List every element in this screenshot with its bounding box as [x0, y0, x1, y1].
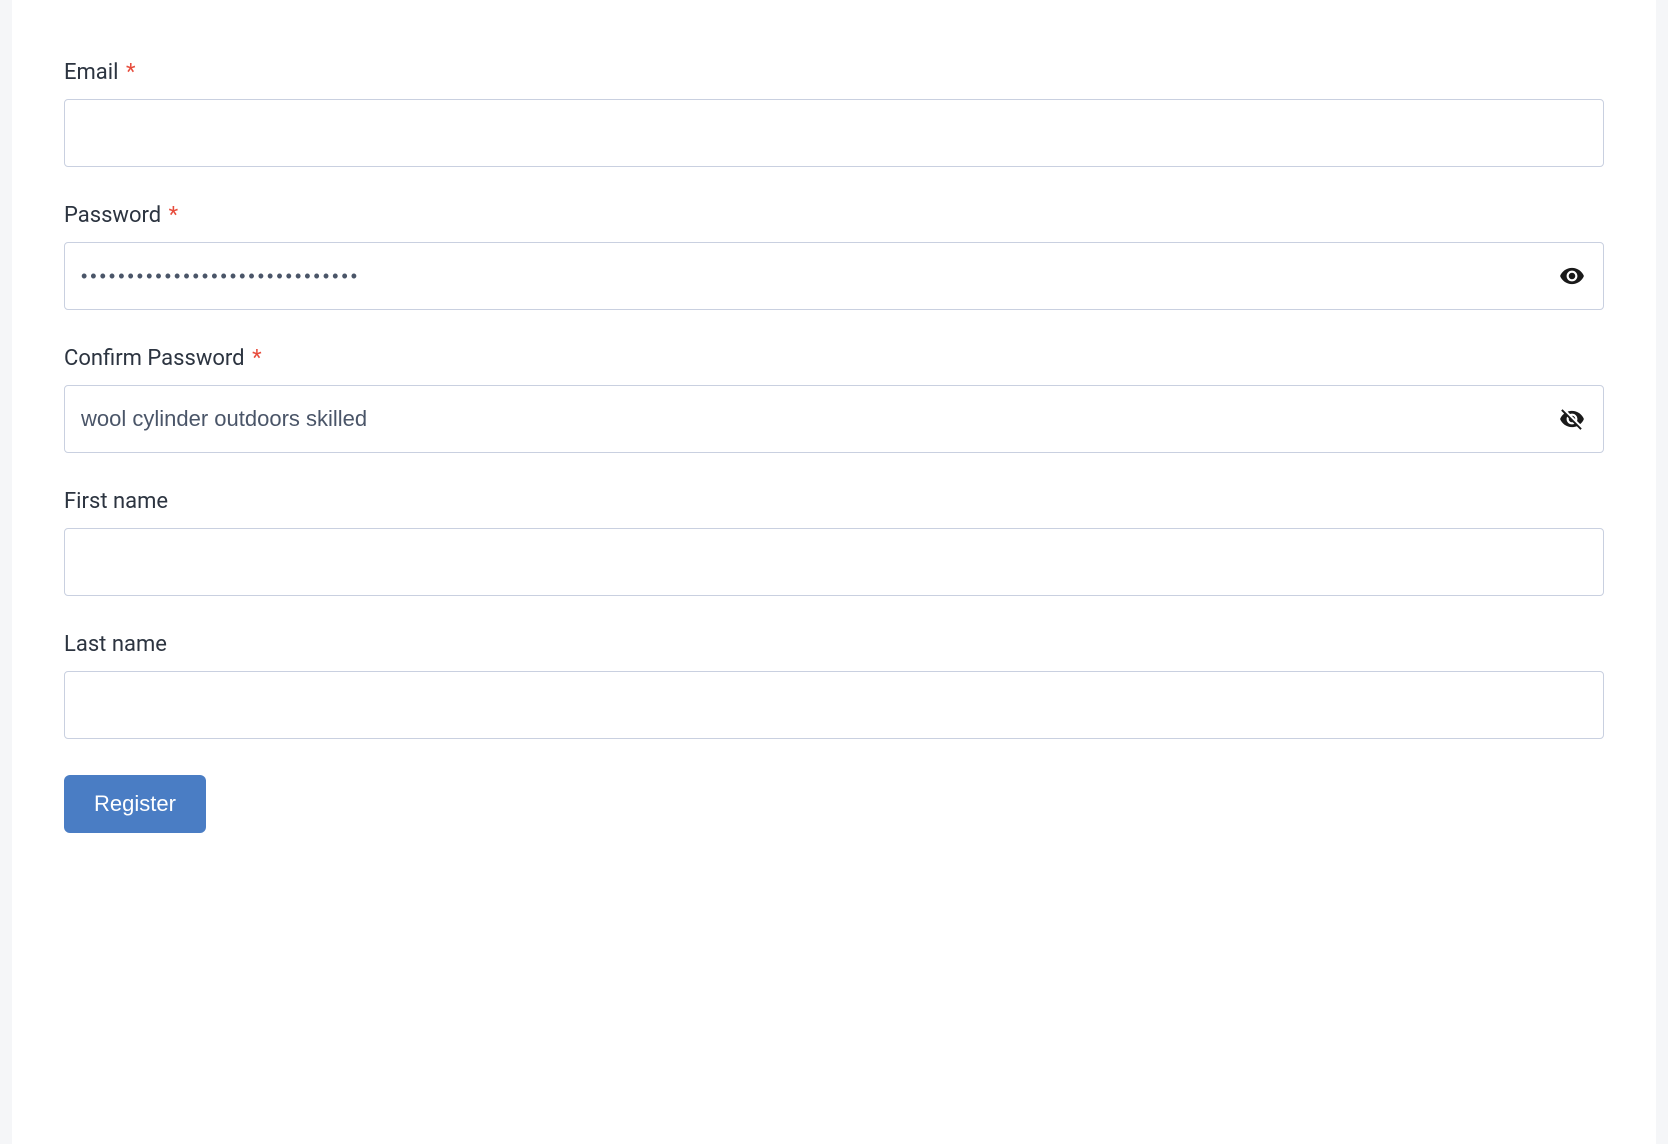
email-label: Email *: [64, 60, 1604, 85]
password-label: Password *: [64, 203, 1604, 228]
register-button[interactable]: Register: [64, 775, 206, 833]
last-name-group: Last name: [64, 632, 1604, 739]
confirm-password-input-wrapper: [64, 385, 1604, 453]
last-name-label-text: Last name: [64, 632, 167, 657]
confirm-password-label-text: Confirm Password: [64, 346, 245, 371]
eye-icon[interactable]: [1558, 262, 1586, 290]
confirm-password-group: Confirm Password *: [64, 346, 1604, 453]
first-name-label: First name: [64, 489, 1604, 514]
first-name-group: First name: [64, 489, 1604, 596]
registration-form: Email * Password * Confirm Password *: [12, 0, 1656, 1144]
password-label-text: Password: [64, 203, 161, 228]
required-indicator: *: [169, 203, 178, 228]
password-group: Password *: [64, 203, 1604, 310]
password-field[interactable]: [64, 242, 1604, 310]
password-input-wrapper: [64, 242, 1604, 310]
email-label-text: Email: [64, 60, 118, 85]
email-group: Email *: [64, 60, 1604, 167]
last-name-label: Last name: [64, 632, 1604, 657]
email-field[interactable]: [64, 99, 1604, 167]
first-name-label-text: First name: [64, 489, 168, 514]
required-indicator: *: [126, 60, 135, 85]
first-name-field[interactable]: [64, 528, 1604, 596]
eye-slash-icon[interactable]: [1558, 405, 1586, 433]
last-name-field[interactable]: [64, 671, 1604, 739]
confirm-password-label: Confirm Password *: [64, 346, 1604, 371]
required-indicator: *: [252, 346, 261, 371]
confirm-password-field[interactable]: [64, 385, 1604, 453]
